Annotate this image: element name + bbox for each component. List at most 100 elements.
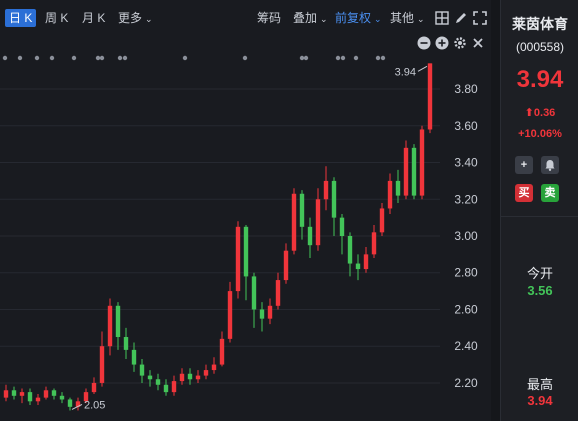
candle-body [91, 382, 97, 393]
candle-body [291, 193, 297, 251]
chevron-down-icon: ⌄ [374, 14, 382, 24]
y-tick-label: 2.80 [454, 266, 478, 280]
high-value: 3.94 [527, 393, 553, 408]
other-menu[interactable]: 其他 ⌄ [390, 9, 425, 27]
event-dot [2, 55, 8, 61]
event-dot [122, 55, 128, 61]
chart-toolbar: 日 K 周 K 月 K 更多 ⌄ 筹码 叠加 ⌄ 前复权 ⌄ 其他 ⌄ [0, 0, 491, 36]
y-tick-label: 3.20 [454, 192, 478, 206]
y-tick-label: 2.20 [454, 376, 478, 390]
arrow-up-icon: ⬆ [524, 107, 534, 119]
y-tick-label: 3.40 [454, 156, 478, 170]
divider [501, 216, 578, 217]
candle-body [347, 236, 353, 264]
overlay-label: 叠加 [293, 11, 318, 25]
low-annotation: 2.05 [84, 399, 105, 411]
event-dot [71, 55, 77, 61]
candle-body [339, 217, 345, 236]
candle-body [323, 180, 329, 200]
tab-week-k[interactable]: 周 K [45, 9, 68, 27]
alert-button[interactable] [541, 156, 559, 174]
chips-button[interactable]: 筹码 [257, 9, 281, 27]
candle-body [35, 397, 41, 402]
price-change-value: 0.36 [533, 107, 556, 119]
candle-body [211, 364, 217, 371]
event-dot [375, 55, 381, 61]
candle-body [131, 349, 137, 365]
chevron-down-icon: ⌄ [320, 14, 328, 24]
chevron-down-icon: ⌄ [145, 14, 153, 24]
candle-body [59, 395, 65, 400]
more-label: 更多 [118, 11, 143, 25]
fullscreen-icon[interactable] [471, 9, 489, 27]
candle-body [11, 390, 17, 396]
event-dot [299, 55, 305, 61]
candle-body [123, 337, 129, 350]
high-label: 最高 [526, 377, 553, 392]
candle-body [19, 392, 25, 396]
price-change: ⬆0.36 [501, 106, 578, 119]
event-dot [380, 55, 386, 61]
candle-body [139, 364, 145, 376]
candle-body [307, 226, 313, 246]
chart-pane: 日 K 周 K 月 K 更多 ⌄ 筹码 叠加 ⌄ 前复权 ⌄ 其他 ⌄ 3.80… [0, 0, 491, 421]
event-dot [335, 55, 341, 61]
event-dot [242, 55, 248, 61]
candle-body [187, 373, 193, 380]
adjust-menu[interactable]: 前复权 ⌄ [335, 9, 382, 27]
grid-icon[interactable] [433, 9, 451, 27]
event-dot [95, 55, 101, 61]
price-change-percent: +10.06% [518, 128, 562, 140]
candle-body [155, 379, 161, 385]
high-pointer [417, 65, 428, 72]
adjust-label: 前复权 [335, 11, 372, 25]
open-value: 3.56 [527, 283, 553, 298]
add-watchlist-button[interactable]: + [515, 156, 533, 174]
candle-body [171, 381, 177, 393]
candle-body [259, 309, 265, 319]
y-tick-label: 3.00 [454, 229, 478, 243]
tab-day-k[interactable]: 日 K [5, 9, 37, 27]
candle-body [163, 384, 169, 393]
candle-body [387, 180, 393, 209]
candle-body [379, 208, 385, 233]
candle-body [3, 390, 9, 398]
event-dot [99, 55, 105, 61]
candle-body [371, 232, 377, 255]
candle-body [331, 180, 337, 218]
pencil-icon[interactable] [452, 9, 470, 27]
buy-button[interactable]: 买 [515, 184, 533, 202]
stock-info-panel: 莱茵体育 (000558) 3.94 ⬆0.36 +10.06% + 买 卖 今… [500, 0, 578, 421]
candle-body [115, 305, 121, 338]
candle-body [419, 129, 425, 196]
candle-body [27, 392, 33, 402]
chevron-down-icon: ⌄ [417, 14, 425, 24]
event-dot [353, 55, 359, 61]
candle-body [411, 147, 417, 196]
candle-body [299, 193, 305, 227]
panel-divider[interactable] [491, 0, 500, 421]
other-label: 其他 [390, 11, 415, 25]
event-dot [182, 55, 188, 61]
candle-body [267, 305, 273, 319]
candle-body [403, 147, 409, 196]
tab-month-k[interactable]: 月 K [82, 9, 105, 27]
event-dot [49, 55, 55, 61]
candle-body [219, 338, 225, 365]
stock-code: (000558) [515, 40, 565, 54]
overlay-menu[interactable]: 叠加 ⌄ [293, 9, 328, 27]
more-menu[interactable]: 更多 ⌄ [118, 9, 153, 27]
candle-body [147, 375, 153, 380]
candlestick-chart[interactable]: 3.80 3.60 3.40 3.20 3.00 2.80 2.60 2.40 2.20 3.94… [0, 36, 491, 421]
candle-body [243, 226, 249, 277]
candle-body [43, 390, 49, 398]
event-dot [117, 55, 123, 61]
sell-button[interactable]: 卖 [541, 184, 559, 202]
event-dot [340, 55, 346, 61]
candle-body [107, 305, 113, 347]
candle-body [227, 291, 233, 339]
y-tick-label: 3.80 [454, 82, 478, 96]
candle-body [67, 399, 73, 407]
stock-name: 莱茵体育 [512, 16, 568, 32]
candle-body [355, 263, 361, 270]
